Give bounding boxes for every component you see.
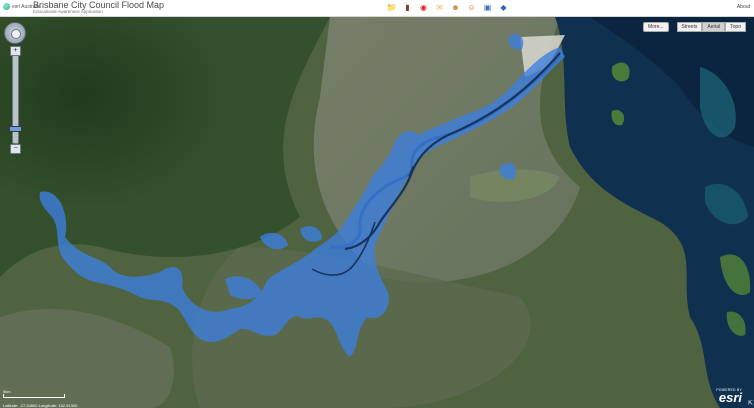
app-header: esri Australia Brisbane City Council Flo… [0, 0, 754, 17]
zoom-out-button[interactable]: − [10, 144, 21, 154]
esri-attribution: POWERED BY esri [716, 388, 742, 404]
about-link[interactable]: About [737, 4, 750, 10]
cube-icon[interactable]: ◆ [498, 2, 509, 13]
coordinate-readout: Latitude: -27.54800 Longitude: 152.91300 [3, 403, 78, 408]
note-icon[interactable]: ✉ [434, 2, 445, 13]
globe-icon [3, 3, 10, 10]
zoom-slider-thumb[interactable] [9, 126, 22, 132]
book-icon[interactable]: ▮ [402, 2, 413, 13]
zoom-in-button[interactable]: + [10, 46, 21, 56]
more-basemaps-button[interactable]: More... [642, 22, 669, 32]
basemap-switcher: More... Streets Aerial Topo [642, 22, 746, 32]
record-icon[interactable]: ◉ [418, 2, 429, 13]
print-icon[interactable]: ▣ [482, 2, 493, 13]
scale-line [3, 394, 65, 398]
folder-icon[interactable]: 📁 [386, 2, 397, 13]
map-view[interactable]: More... Streets Aerial Topo + − 5km Latitu… [0, 17, 754, 408]
pan-control[interactable] [4, 22, 26, 44]
user-icon[interactable]: ☺ [466, 2, 477, 13]
basemap-option-topo[interactable]: Topo [725, 22, 746, 32]
people-icon[interactable]: ☻ [450, 2, 461, 13]
toolbar: 📁 ▮ ◉ ✉ ☻ ☺ ▣ ◆ [386, 2, 509, 13]
basemap-option-aerial[interactable]: Aerial [702, 22, 726, 32]
scale-bar: 5km [3, 389, 65, 398]
esri-logo: esri [718, 390, 742, 405]
app-subtitle: Educational Awareness Application [33, 9, 103, 14]
pan-center-icon[interactable] [11, 29, 21, 39]
map-navigation: + − [4, 22, 26, 154]
resize-corner-icon[interactable]: ⇱ [748, 400, 753, 407]
basemap-option-streets[interactable]: Streets [676, 22, 703, 32]
aerial-imagery [0, 17, 754, 408]
